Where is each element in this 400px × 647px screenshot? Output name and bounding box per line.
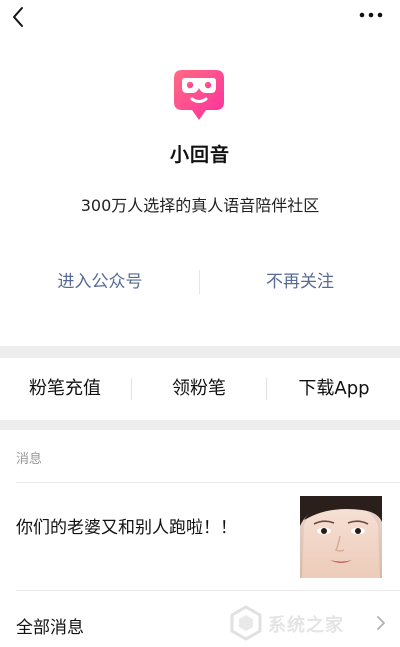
messages-section: 消息 你们的老婆又和别人跑啦！！ 全部消息 — [0, 430, 400, 647]
account-name: 小回音 — [169, 144, 230, 166]
all-messages-label: 全部消息 — [16, 618, 84, 638]
menu-divider — [266, 378, 267, 400]
account-menu: 粉笔充值 领粉笔 下载App — [0, 358, 400, 420]
chevron-right-icon — [377, 616, 385, 630]
menu-item-download-app[interactable]: 下载App — [268, 358, 400, 420]
unfollow-button[interactable]: 不再关注 — [200, 264, 400, 300]
top-bar — [0, 0, 400, 36]
menu-item-get-chalk[interactable]: 领粉笔 — [133, 358, 265, 420]
message-thumbnail — [300, 496, 382, 578]
all-messages-row[interactable]: 全部消息 — [0, 591, 400, 647]
message-title: 你们的老婆又和别人跑啦！！ — [16, 518, 237, 538]
message-item[interactable]: 你们的老婆又和别人跑啦！！ — [0, 483, 400, 589]
menu-divider — [131, 378, 132, 400]
back-button[interactable] — [8, 4, 30, 30]
menu-item-recharge[interactable]: 粉笔充值 — [0, 358, 130, 420]
more-horizontal-icon — [359, 12, 383, 18]
xiaohuiyin-logo-icon — [174, 70, 224, 120]
messages-section-label: 消息 — [16, 452, 43, 467]
account-logo — [168, 66, 230, 128]
more-button[interactable] — [358, 6, 384, 24]
chevron-left-icon — [13, 7, 23, 27]
enter-account-button[interactable]: 进入公众号 — [0, 264, 200, 300]
woman-portrait-image — [300, 496, 382, 578]
section-separator — [0, 420, 400, 430]
section-separator — [0, 346, 400, 358]
account-actions: 进入公众号 不再关注 — [0, 264, 400, 300]
account-profile: 小回音 300万人选择的真人语音陪伴社区 进入公众号 不再关注 — [0, 36, 400, 346]
account-description: 300万人选择的真人语音陪伴社区 — [80, 196, 320, 215]
